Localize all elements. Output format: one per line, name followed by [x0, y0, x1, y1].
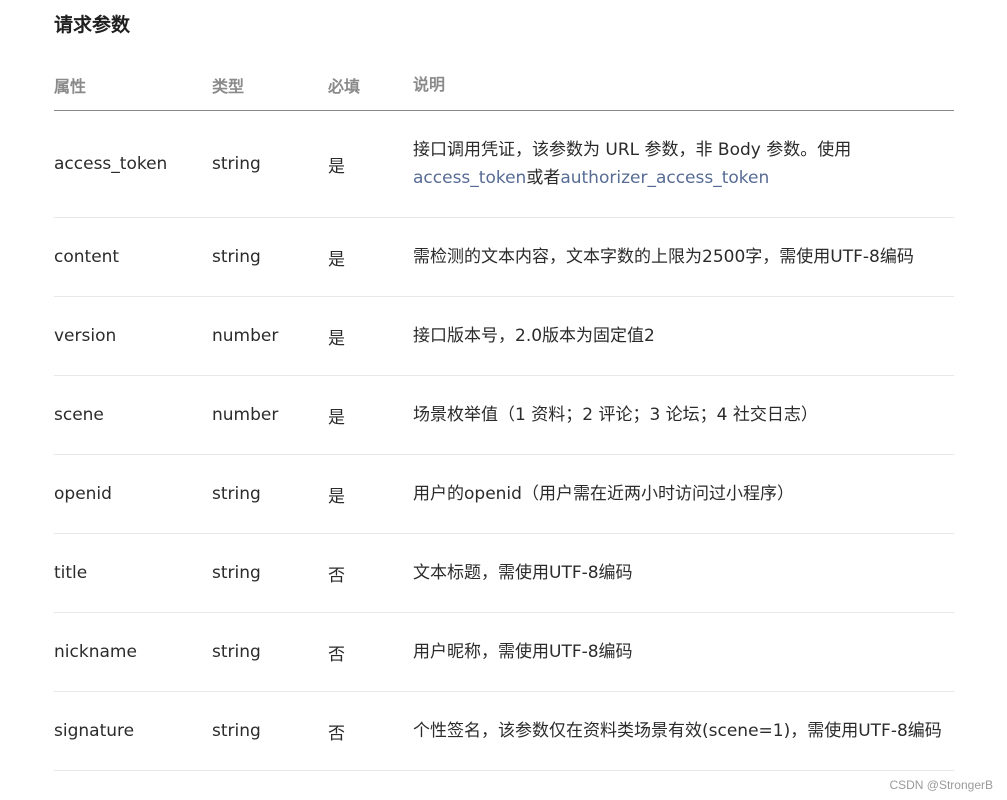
param-required: 是	[328, 486, 345, 507]
param-name: title	[54, 563, 88, 583]
param-description: 场景枚举值（1 资料；2 评论；3 论坛；4 社交日志）	[413, 405, 818, 425]
param-type: string	[212, 484, 261, 504]
param-description: 用户的openid（用户需在近两小时访问过小程序）	[413, 484, 794, 504]
param-name: version	[54, 326, 117, 346]
param-name: content	[54, 247, 120, 267]
param-description: 用户昵称，需使用UTF-8编码	[413, 642, 633, 662]
param-description: 接口调用凭证，该参数为 URL 参数，非 Body 参数。使用 access_t…	[413, 136, 954, 192]
param-required: 否	[328, 723, 345, 744]
param-name: scene	[54, 405, 104, 425]
param-name: openid	[54, 484, 112, 504]
param-required: 否	[328, 644, 345, 665]
param-description: 文本标题，需使用UTF-8编码	[413, 563, 633, 583]
table-header: 属性 类型 必填 说明	[54, 60, 954, 111]
param-required: 否	[328, 565, 345, 586]
param-name: access_token	[54, 154, 168, 174]
section-title: 请求参数	[54, 14, 131, 36]
description-line-2: access_token或者authorizer_access_token	[413, 164, 954, 192]
param-description: 个性签名，该参数仅在资料类场景有效(scene=1)，需使用UTF-8编码	[413, 721, 942, 741]
params-table: 属性 类型 必填 说明 access_token string 是 接口调用凭证…	[54, 60, 954, 771]
header-required: 必填	[328, 77, 361, 96]
param-type: string	[212, 721, 261, 741]
header-type: 类型	[212, 77, 245, 96]
param-type: string	[212, 563, 261, 583]
watermark: CSDN @StrongerB	[889, 778, 993, 792]
table-row: version number 是 接口版本号，2.0版本为固定值2	[54, 297, 954, 376]
param-description: 需检测的文本内容，文本字数的上限为2500字，需使用UTF-8编码	[413, 247, 914, 267]
param-type: string	[212, 642, 261, 662]
param-description: 接口版本号，2.0版本为固定值2	[413, 326, 655, 346]
param-required: 是	[328, 156, 345, 177]
header-description: 说明	[413, 75, 446, 94]
param-name: signature	[54, 721, 135, 741]
table-row: content string 是 需检测的文本内容，文本字数的上限为2500字，…	[54, 218, 954, 297]
param-required: 是	[328, 328, 345, 349]
authorizer-access-token-link[interactable]: authorizer_access_token	[560, 168, 769, 188]
table-row: title string 否 文本标题，需使用UTF-8编码	[54, 534, 954, 613]
param-required: 是	[328, 407, 345, 428]
table-row: openid string 是 用户的openid（用户需在近两小时访问过小程序…	[54, 455, 954, 534]
param-type: string	[212, 247, 261, 267]
table-row: access_token string 是 接口调用凭证，该参数为 URL 参数…	[54, 111, 954, 218]
param-type: number	[212, 405, 279, 425]
header-attribute: 属性	[54, 77, 87, 96]
param-type: number	[212, 326, 279, 346]
table-row: signature string 否 个性签名，该参数仅在资料类场景有效(sce…	[54, 692, 954, 771]
param-name: nickname	[54, 642, 137, 662]
table-row: scene number 是 场景枚举值（1 资料；2 评论；3 论坛；4 社交…	[54, 376, 954, 455]
access-token-link[interactable]: access_token	[413, 168, 526, 188]
description-connector: 或者	[526, 168, 561, 188]
param-type: string	[212, 154, 261, 174]
table-row: nickname string 否 用户昵称，需使用UTF-8编码	[54, 613, 954, 692]
description-line: 接口调用凭证，该参数为 URL 参数，非 Body 参数。使用	[413, 140, 852, 160]
param-required: 是	[328, 249, 345, 270]
